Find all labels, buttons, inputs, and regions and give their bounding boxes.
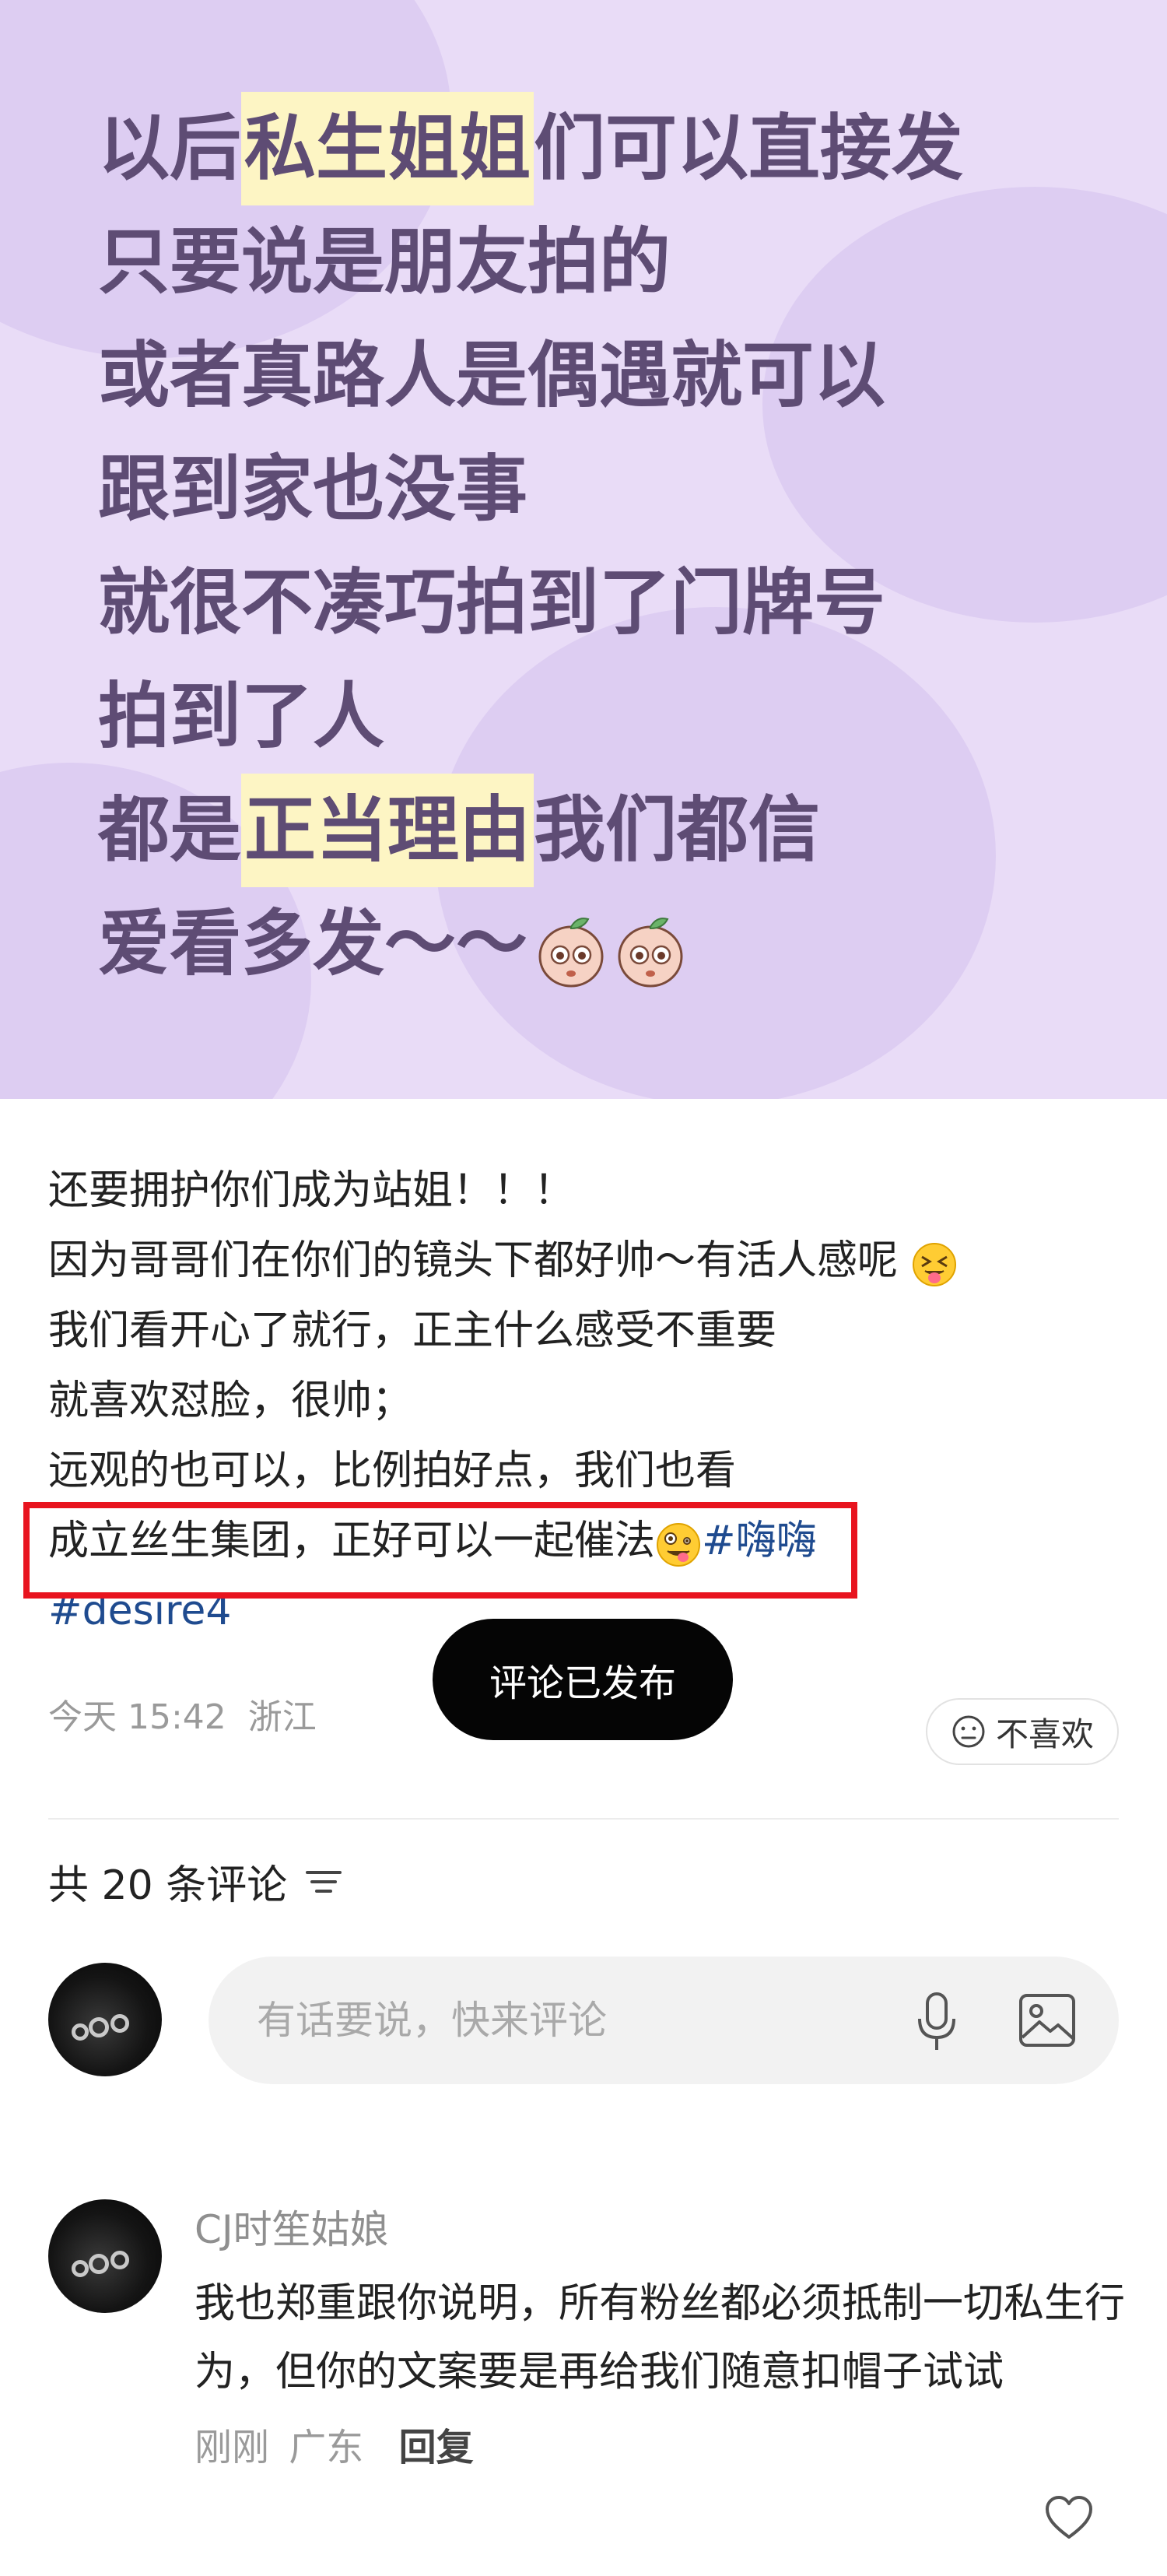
microphone-icon[interactable]: [913, 1991, 960, 2053]
post-image[interactable]: 以后 私生姐姐 们可以直接发 只要说是朋友拍的 或者真路人是偶遇就可以 跟到家也没事…: [0, 0, 1167, 1099]
image-text-line: 爱看多发～～: [98, 887, 963, 1001]
image-text-line: 只要说是朋友拍的: [98, 220, 671, 304]
comments-header: 共 20 条评论: [48, 1852, 343, 1911]
comment-meta: 刚刚 广东 回复: [194, 2420, 1128, 2475]
avatar[interactable]: [48, 1963, 162, 2076]
comment-input-placeholder: 有话要说，快来评论: [257, 1998, 607, 2043]
divider: [48, 1818, 1119, 1820]
post-text-line: 我们看开心了就行，正主什么感受不重要: [48, 1307, 777, 1354]
comment-text: 我也郑重跟你说明，所有粉丝都必须抵制一切私生行为，但你的文案要是再给我们随意扣帽…: [194, 2280, 1126, 2395]
comment-time: 刚刚: [194, 2426, 270, 2469]
squinting-tongue-emoji-icon: [911, 1240, 958, 1286]
image-text: 以后 私生姐姐 们可以直接发 只要说是朋友拍的 或者真路人是偶遇就可以 跟到家也没事…: [98, 92, 963, 1001]
post-text-line: 远观的也可以，比例拍好点，我们也看: [48, 1448, 737, 1494]
reply-button[interactable]: 回复: [399, 2426, 474, 2469]
peach-face-sticker: [615, 907, 686, 988]
post-text-line: 还要拥护你们成为站姐！！！: [48, 1167, 575, 1214]
highlight-text: 正当理由: [241, 774, 534, 887]
comment-location: 广东: [289, 2426, 364, 2469]
highlight-text: 私生姐姐: [241, 92, 534, 205]
peach-face-sticker: [535, 907, 607, 988]
dislike-button[interactable]: 不喜欢: [926, 1698, 1119, 1765]
post-time: 今天 15:42: [48, 1697, 226, 1737]
image-icon[interactable]: [1018, 1992, 1077, 2048]
toast-comment-published: 评论已发布: [433, 1619, 733, 1740]
frown-face-icon: [952, 1715, 985, 1748]
post-text-line: 就喜欢怼脸，很帅；: [48, 1377, 413, 1424]
comment-item: CJ时笙姑娘 我也郑重跟你说明，所有粉丝都必须抵制一切私生行为，但你的文案要是再…: [194, 2202, 1128, 2475]
post-meta: 今天 15:42 浙江: [48, 1689, 317, 1739]
image-text-line: 就很不凑巧拍到了门牌号: [98, 561, 886, 644]
commenter-avatar[interactable]: [48, 2199, 162, 2313]
heart-icon[interactable]: [1044, 2495, 1094, 2540]
image-text-line: 以后 私生姐姐 们可以直接发: [98, 92, 963, 205]
dislike-label: 不喜欢: [995, 1714, 1094, 1753]
image-text-line: 拍到了人: [98, 675, 385, 758]
image-text-line: 或者真路人是偶遇就可以: [98, 334, 886, 417]
post-text-line: 因为哥哥们在你们的镜头下都好帅～有活人感呢: [48, 1226, 1122, 1296]
comment-count-label: 共 20 条评论: [48, 1862, 288, 1909]
image-text-line: 都是 正当理由 我们都信: [98, 774, 963, 887]
comment-input[interactable]: 有话要说，快来评论: [209, 1957, 1119, 2084]
red-annotation-box: [23, 1502, 857, 1599]
post-location: 浙江: [247, 1697, 317, 1737]
image-text-line: 跟到家也没事: [98, 447, 528, 531]
comment-username[interactable]: CJ时笙姑娘: [194, 2202, 1128, 2257]
sort-icon[interactable]: [304, 1866, 343, 1897]
